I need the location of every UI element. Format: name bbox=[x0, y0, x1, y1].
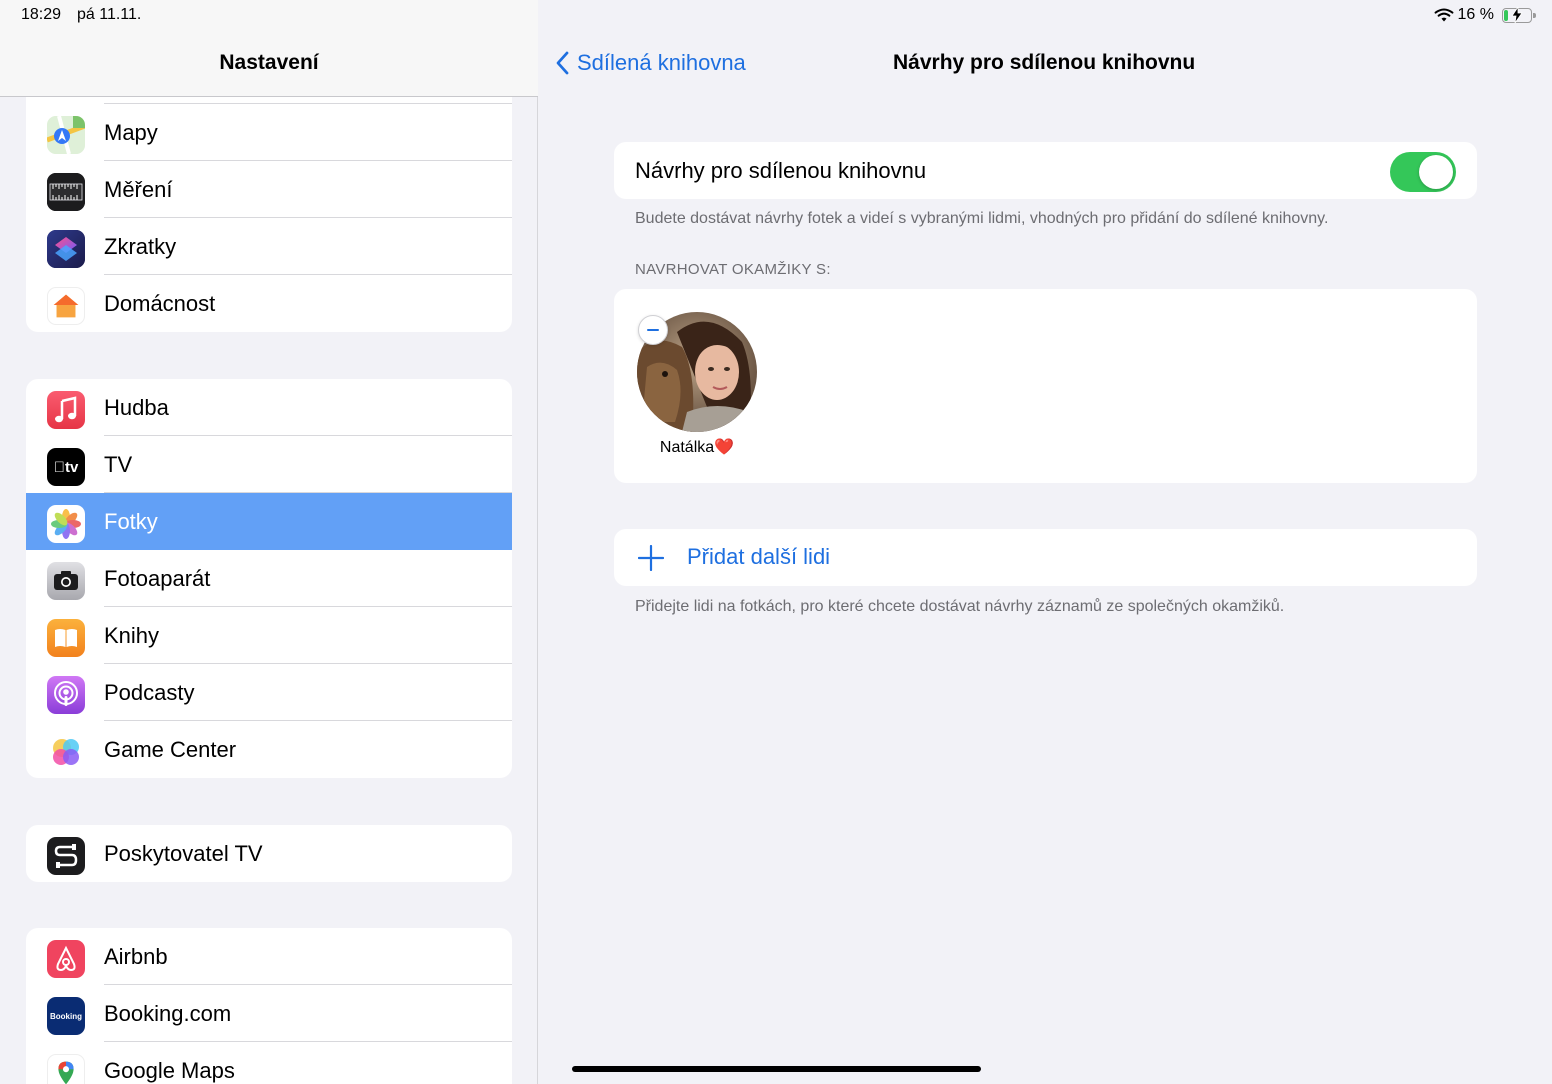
tv-icon-glyph: tv bbox=[59, 458, 78, 476]
sidebar-item-label: Game Center bbox=[104, 737, 237, 762]
sidebar-item-measure[interactable]: Měření bbox=[26, 161, 512, 218]
person-name: Natálka❤️ bbox=[659, 439, 735, 456]
status-date: pá 11.11. bbox=[77, 6, 142, 23]
toggle-label: Návrhy pro sdílenou knihovnu bbox=[635, 158, 927, 183]
sidebar-item-booking[interactable]: Booking Booking.com bbox=[26, 985, 512, 1042]
add-people-label: Přidat další lidi bbox=[687, 544, 831, 569]
sidebar-item-label: Měření bbox=[104, 177, 173, 202]
maps-icon bbox=[47, 116, 85, 154]
game-center-icon bbox=[47, 733, 85, 771]
sidebar-item-label: TV bbox=[104, 452, 133, 477]
sidebar-item-label: Zkratky bbox=[104, 234, 177, 259]
music-icon bbox=[47, 391, 85, 429]
section-header: NAVRHOVAT OKAMŽIKY S: bbox=[635, 261, 831, 278]
minus-icon bbox=[647, 329, 659, 331]
airbnb-icon bbox=[47, 940, 85, 978]
page-title: Návrhy pro sdílenou knihovnu bbox=[893, 51, 1196, 74]
sidebar-item-google-maps[interactable]: Google Maps bbox=[26, 1042, 512, 1084]
sidebar-item-label: Fotoaparát bbox=[104, 566, 211, 591]
sidebar-item-books[interactable]: Knihy bbox=[26, 607, 512, 664]
tv-provider-icon bbox=[47, 837, 85, 875]
sidebar-item-label: Booking.com bbox=[104, 1001, 232, 1026]
remove-person-button[interactable] bbox=[638, 315, 668, 345]
settings-sidebar: Nastavení Mapy Měření Zkratky Domácnost … bbox=[0, 0, 538, 1084]
sidebar-item-label: Hudba bbox=[104, 395, 169, 420]
sidebar-item-home[interactable]: Domácnost bbox=[26, 275, 512, 332]
add-people-button[interactable]: Přidat další lidi bbox=[614, 529, 1477, 586]
sidebar-item-tv[interactable]: tv TV bbox=[26, 436, 512, 493]
sidebar-item-tv-provider[interactable]: Poskytovatel TV bbox=[26, 825, 512, 882]
sidebar-item-hidden bbox=[26, 97, 512, 104]
battery-icon bbox=[1502, 6, 1536, 23]
booking-icon: Booking bbox=[47, 997, 85, 1035]
sidebar-item-game-center[interactable]: Game Center bbox=[26, 721, 512, 778]
toggle-footnote: Budete dostávat návrhy fotek a videí s v… bbox=[635, 210, 1329, 227]
sidebar-item-label: Knihy bbox=[104, 623, 160, 648]
add-people-row[interactable]: Přidat další lidi bbox=[614, 529, 1477, 586]
back-button[interactable]: Sdílená knihovna bbox=[555, 50, 746, 76]
sidebar-item-photos[interactable]: Fotky bbox=[26, 493, 512, 550]
sidebar-item-maps[interactable]: Mapy bbox=[26, 104, 512, 161]
sidebar-item-airbnb[interactable]: Airbnb bbox=[26, 928, 512, 985]
sidebar-item-podcasts[interactable]: Podcasty bbox=[26, 664, 512, 721]
toggle-knob bbox=[1419, 155, 1453, 189]
home-icon bbox=[47, 287, 85, 325]
shortcuts-icon bbox=[47, 230, 85, 268]
settings-group-media: Hudba tv TV Fotky bbox=[26, 379, 512, 778]
detail-pane: Sdílená knihovna Návrhy pro sdílenou kni… bbox=[539, 0, 1552, 1084]
suggestions-toggle-row: Návrhy pro sdílenou knihovnu bbox=[614, 142, 1477, 199]
sidebar-item-label: Domácnost bbox=[104, 291, 216, 316]
sidebar-item-label: Podcasty bbox=[104, 680, 195, 705]
google-maps-icon bbox=[47, 1054, 85, 1084]
sidebar-item-label: Airbnb bbox=[104, 944, 168, 969]
sidebar-item-music[interactable]: Hudba bbox=[26, 379, 512, 436]
books-icon bbox=[47, 619, 85, 657]
camera-icon bbox=[47, 562, 85, 600]
people-card: Natálka❤️ bbox=[614, 289, 1477, 483]
battery-fill bbox=[1504, 9, 1509, 21]
sidebar-item-label: Poskytovatel TV bbox=[104, 841, 263, 866]
wifi-icon bbox=[1434, 8, 1453, 21]
settings-group-tv-provider: Poskytovatel TV bbox=[26, 825, 512, 882]
home-indicator[interactable] bbox=[572, 1066, 981, 1072]
sidebar-list[interactable]: Mapy Měření Zkratky Domácnost Hudba tv T… bbox=[0, 97, 538, 1084]
sidebar-item-camera[interactable]: Fotoaparát bbox=[26, 550, 512, 607]
status-time: 18:29 bbox=[21, 6, 62, 23]
photos-icon bbox=[47, 505, 85, 543]
measure-icon bbox=[47, 173, 85, 211]
add-people-footnote: Přidejte lidi na fotkách, pro které chce… bbox=[635, 598, 1285, 615]
battery-percent: 16 % bbox=[1457, 6, 1494, 23]
plus-icon bbox=[638, 545, 664, 571]
sidebar-item-label: Google Maps bbox=[104, 1058, 235, 1083]
settings-group-third-party: Airbnb Booking Booking.com Google Maps bbox=[26, 928, 512, 1084]
podcasts-icon bbox=[47, 676, 85, 714]
sidebar-item-label: Mapy bbox=[104, 120, 158, 145]
ipad-screen: Nastavení Mapy Měření Zkratky Domácnost … bbox=[0, 0, 1552, 1084]
person-item[interactable]: Natálka❤️ bbox=[614, 289, 780, 483]
sidebar-item-label: Fotky bbox=[104, 509, 158, 534]
suggestions-toggle-switch[interactable] bbox=[1390, 152, 1456, 192]
booking-icon-glyph: Booking bbox=[50, 1011, 82, 1021]
charging-bolt-icon bbox=[1511, 6, 1523, 23]
sidebar-item-shortcuts[interactable]: Zkratky bbox=[26, 218, 512, 275]
chevron-left-icon bbox=[556, 51, 569, 75]
settings-group-apps-1: Mapy Měření Zkratky Domácnost bbox=[26, 97, 512, 332]
back-button-label: Sdílená knihovna bbox=[577, 50, 746, 75]
sidebar-title: Nastavení bbox=[219, 51, 319, 74]
tv-icon: tv bbox=[47, 448, 85, 486]
status-indicators: 16 % bbox=[1434, 6, 1536, 24]
